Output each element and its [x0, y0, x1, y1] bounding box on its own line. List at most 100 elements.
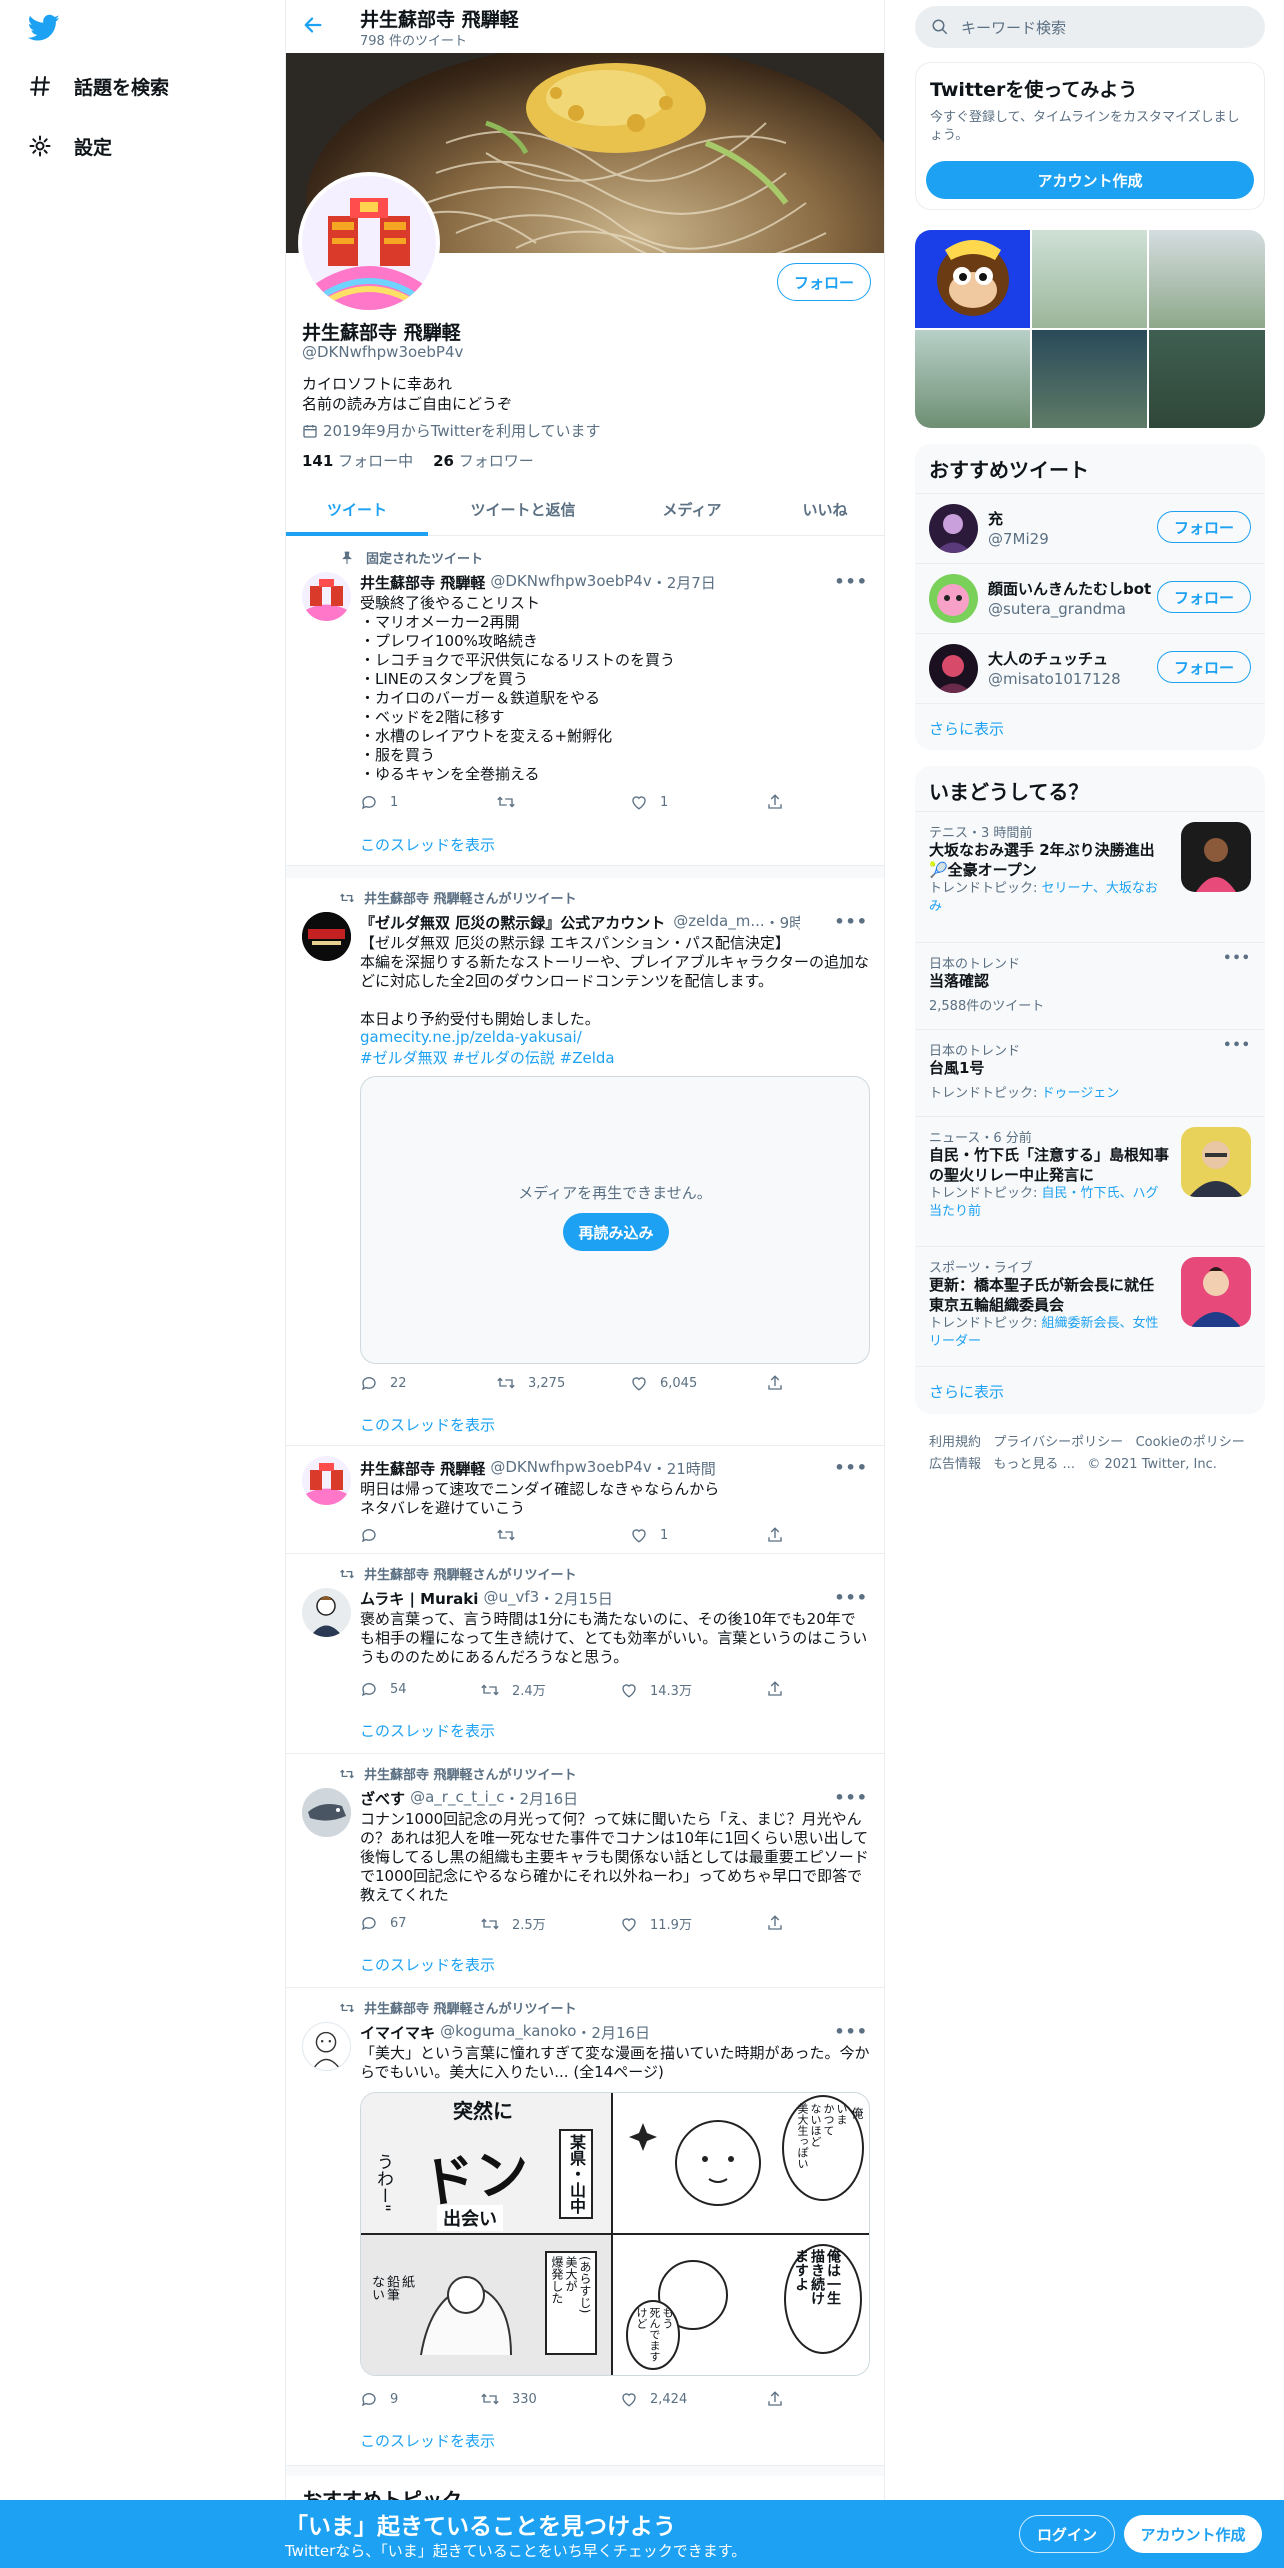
- retweet-button[interactable]: [496, 793, 528, 811]
- reply-button[interactable]: 54: [360, 1680, 407, 1698]
- like-button[interactable]: 6,045: [630, 1374, 697, 1392]
- more-options-icon[interactable]: •••: [834, 1788, 868, 1807]
- tweet-author-name[interactable]: イマイマキ: [360, 2022, 435, 2043]
- footer-privacy-link[interactable]: プライバシーポリシー: [993, 1435, 1123, 1450]
- footer-more-link[interactable]: もっと見る ...: [993, 1457, 1075, 1472]
- tab-likes[interactable]: いいね: [766, 483, 884, 536]
- tab-media[interactable]: メディア: [618, 483, 766, 536]
- media-thumbnail[interactable]: [1149, 330, 1265, 428]
- show-more-link[interactable]: さらに表示: [929, 718, 1004, 739]
- more-options-icon[interactable]: •••: [834, 572, 868, 591]
- followers-link[interactable]: 26 フォロワー: [433, 450, 534, 471]
- reply-button[interactable]: 9: [360, 2390, 398, 2408]
- tweet-manga-image[interactable]: 突然に ドン うわー" 某県・山中 出会い いま かつて ないほど 美大生っぽい…: [360, 2092, 870, 2376]
- tweet-imaimaki[interactable]: 井生蘇部寺 飛騨軽さんがリツイート イマイマキ @koguma_kanoko ・…: [286, 1988, 884, 2466]
- nav-settings[interactable]: 設定: [28, 124, 112, 168]
- tweet-hashtags[interactable]: #ゼルダ無双 #ゼルダの伝説 #Zelda: [360, 1047, 615, 1068]
- follow-suggestion[interactable]: 充 @7Mi29 フォロー: [915, 493, 1265, 563]
- tab-tweets[interactable]: ツイート: [286, 483, 428, 536]
- tweet-avatar[interactable]: [302, 1588, 351, 1637]
- tweet-date[interactable]: ・21時間: [652, 1458, 716, 1479]
- tweet-avatar[interactable]: [302, 2022, 351, 2071]
- tweet-date[interactable]: ・2月16日: [576, 2022, 650, 2043]
- tweet-own[interactable]: 井生蘇部寺 飛騨軽 @DKNwfhpw3oebP4v ・21時間 ••• 明日は…: [286, 1446, 884, 1554]
- tweet-date[interactable]: ・2月16日: [505, 1788, 579, 1809]
- media-thumbnail[interactable]: [915, 330, 1030, 428]
- footer-terms-link[interactable]: 利用規約: [929, 1435, 981, 1450]
- tweet-zelda[interactable]: 井生蘇部寺 飛騨軽さんがリツイート 『ゼルダ無双 厄災の黙示録』公式アカウント …: [286, 878, 884, 1446]
- retweet-button[interactable]: [496, 1526, 528, 1544]
- like-button[interactable]: 14.3万: [620, 1680, 692, 1699]
- media-thumbnail[interactable]: [1032, 230, 1147, 328]
- trend-item[interactable]: ニュース・6 分前 自民・竹下氏「注意する」島根知事の聖火リレー中止発言に トレ…: [915, 1116, 1265, 1226]
- like-button[interactable]: 1: [630, 1526, 668, 1544]
- tweet-author-handle[interactable]: @zelda_m...: [673, 912, 764, 933]
- twitter-logo-icon[interactable]: [27, 14, 60, 46]
- share-button[interactable]: [766, 793, 796, 811]
- trend-sub-links[interactable]: ドゥージェン: [1042, 1086, 1120, 1101]
- footer-cookie-link[interactable]: Cookieのポリシー: [1136, 1435, 1245, 1450]
- show-thread-link[interactable]: このスレッドを表示: [360, 1954, 495, 1975]
- trend-item[interactable]: 日本のトレンド 台風1号 トレンドトピック: ドゥージェン •••: [915, 1029, 1265, 1116]
- follow-button[interactable]: フォロー: [1157, 511, 1251, 543]
- retweet-button[interactable]: 2.4万: [480, 1680, 546, 1699]
- follow-suggestion[interactable]: 大人のチュッチュ @misato1017128 フォロー: [915, 633, 1265, 703]
- share-button[interactable]: [766, 1374, 796, 1392]
- share-button[interactable]: [766, 1680, 796, 1698]
- tweet-author-handle[interactable]: @DKNwfhpw3oebP4v: [490, 1458, 651, 1479]
- media-thumbnail[interactable]: [1149, 230, 1265, 328]
- reply-button[interactable]: 67: [360, 1914, 407, 1932]
- more-options-icon[interactable]: •••: [834, 2022, 868, 2041]
- media-thumbnail[interactable]: [1032, 330, 1147, 428]
- follow-button[interactable]: フォロー: [1157, 581, 1251, 613]
- reload-button[interactable]: 再読み込み: [563, 1213, 669, 1251]
- tweet-avatar[interactable]: [302, 912, 351, 961]
- profile-avatar[interactable]: [298, 172, 440, 314]
- more-options-icon[interactable]: •••: [834, 1458, 868, 1477]
- retweet-button[interactable]: 330: [480, 2390, 537, 2408]
- show-thread-link[interactable]: このスレッドを表示: [360, 834, 495, 855]
- tweet-author-name[interactable]: 井生蘇部寺 飛騨軽: [360, 572, 485, 593]
- more-options-icon[interactable]: •••: [834, 1588, 868, 1607]
- reply-button[interactable]: [360, 1526, 390, 1544]
- signup-create-account-button[interactable]: アカウント作成: [926, 161, 1254, 199]
- tweet-author-handle[interactable]: @u_vf3: [484, 1588, 540, 1609]
- tweet-date[interactable]: ・9時間: [765, 912, 800, 933]
- following-link[interactable]: 141 フォロー中: [302, 450, 413, 471]
- back-arrow-icon[interactable]: [302, 14, 324, 40]
- show-thread-link[interactable]: このスレッドを表示: [360, 2430, 495, 2451]
- tweet-author-handle[interactable]: @DKNwfhpw3oebP4v: [490, 572, 651, 593]
- tweet-link[interactable]: gamecity.ne.jp/zelda-yakusai/: [360, 1028, 582, 1046]
- tweet-author-name[interactable]: ざべす: [360, 1788, 405, 1809]
- tweet-zabesu[interactable]: 井生蘇部寺 飛騨軽さんがリツイート ざべす @a_r_c_t_i_c ・2月16…: [286, 1754, 884, 1988]
- tweet-author-name[interactable]: 井生蘇部寺 飛騨軽: [360, 1458, 485, 1479]
- trend-item[interactable]: スポーツ・ライブ 更新：橋本聖子氏が新会長に就任 東京五輪組織委員会 トレンドト…: [915, 1246, 1265, 1356]
- tweet-author-name[interactable]: 『ゼルダ無双 厄災の黙示録』公式アカウント: [360, 912, 665, 933]
- tweet-muraki[interactable]: 井生蘇部寺 飛騨軽さんがリツイート ムラキ | Muraki @u_vf3 ・2…: [286, 1554, 884, 1754]
- tweet-pinned[interactable]: 固定されたツイート 井生蘇部寺 飛騨軽 @DKNwfhpw3oebP4v ・2月…: [286, 536, 884, 866]
- media-thumbnail[interactable]: [915, 230, 1030, 328]
- login-button[interactable]: ログイン: [1019, 2515, 1115, 2553]
- search-input[interactable]: キーワード検索: [915, 6, 1265, 48]
- reply-button[interactable]: 22: [360, 1374, 407, 1392]
- footer-ads-link[interactable]: 広告情報: [929, 1457, 981, 1472]
- profile-follow-button[interactable]: フォロー: [777, 263, 871, 301]
- tweet-date[interactable]: ・2月7日: [652, 572, 716, 593]
- share-button[interactable]: [766, 2390, 796, 2408]
- tweet-avatar[interactable]: [302, 572, 351, 621]
- tweet-author-name[interactable]: ムラキ | Muraki: [360, 1588, 478, 1609]
- show-thread-link[interactable]: このスレッドを表示: [360, 1720, 495, 1741]
- retweet-button[interactable]: 3,275: [496, 1374, 565, 1392]
- trend-item[interactable]: テニス・3 時間前 大坂なおみ選手 2年ぶり決勝進出🎾全豪オープン トレンドトピ…: [915, 811, 1265, 914]
- like-button[interactable]: 1: [630, 793, 668, 811]
- tweet-avatar[interactable]: [302, 1456, 351, 1505]
- reply-button[interactable]: 1: [360, 793, 398, 811]
- like-button[interactable]: 2,424: [620, 2390, 687, 2408]
- tab-tweets-and-replies[interactable]: ツイートと返信: [428, 483, 618, 536]
- share-button[interactable]: [766, 1526, 796, 1544]
- follow-button[interactable]: フォロー: [1157, 651, 1251, 683]
- share-button[interactable]: [766, 1914, 796, 1932]
- bottom-signup-button[interactable]: アカウント作成: [1124, 2515, 1262, 2553]
- tweet-date[interactable]: ・2月15日: [539, 1588, 613, 1609]
- retweet-button[interactable]: 2.5万: [480, 1914, 546, 1933]
